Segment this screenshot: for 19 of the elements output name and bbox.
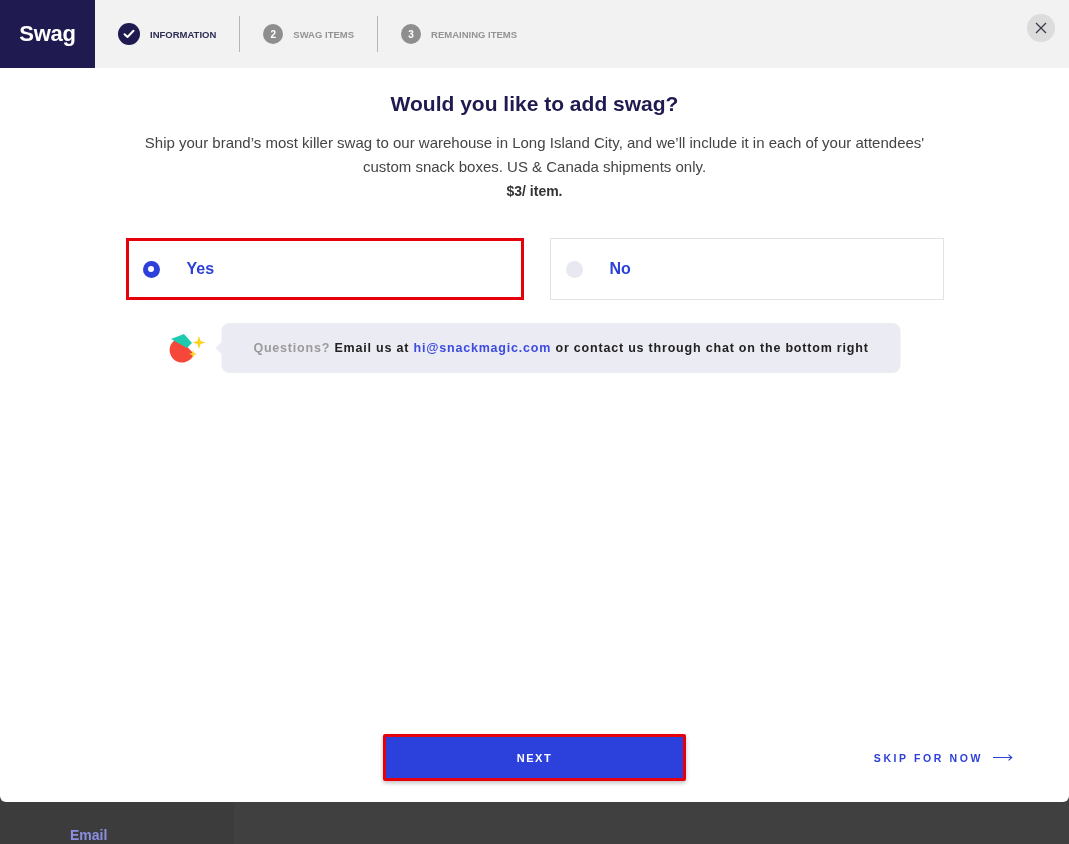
option-card[interactable]: Yes bbox=[125, 238, 524, 300]
radio-icon[interactable] bbox=[142, 260, 160, 278]
step-number: 3 bbox=[401, 24, 422, 44]
email-link[interactable]: hi@snackmagic.com bbox=[413, 341, 552, 355]
question-description: Ship your brand’s most killer swag to our warehouse in Long Island City, and we’ll include it in each of your attendees' custom snack boxes. US & Canada shipments only. bbox=[143, 133, 926, 177]
close-button[interactable] bbox=[1027, 14, 1055, 42]
sparkle-logo-icon bbox=[168, 332, 206, 364]
help-text: Questions? Email us at hi@snackmagic.com or contact us through chat on the bottom right bbox=[253, 341, 869, 355]
logo: Swag bbox=[0, 0, 95, 68]
step-label[interactable]: INFORMATION bbox=[150, 28, 217, 40]
skip-link[interactable]: SKIP FOR NOW bbox=[873, 751, 1013, 764]
option-card[interactable]: No bbox=[549, 238, 944, 300]
close-icon bbox=[1035, 22, 1047, 34]
price-text: $3/ item. bbox=[506, 182, 563, 201]
question-title: Would you like to add swag? bbox=[390, 91, 679, 117]
next-button[interactable]: NEXT bbox=[383, 734, 686, 781]
arrow-right-icon bbox=[993, 754, 1013, 761]
email-label: Email bbox=[70, 828, 108, 842]
step-number: 2 bbox=[263, 24, 284, 44]
